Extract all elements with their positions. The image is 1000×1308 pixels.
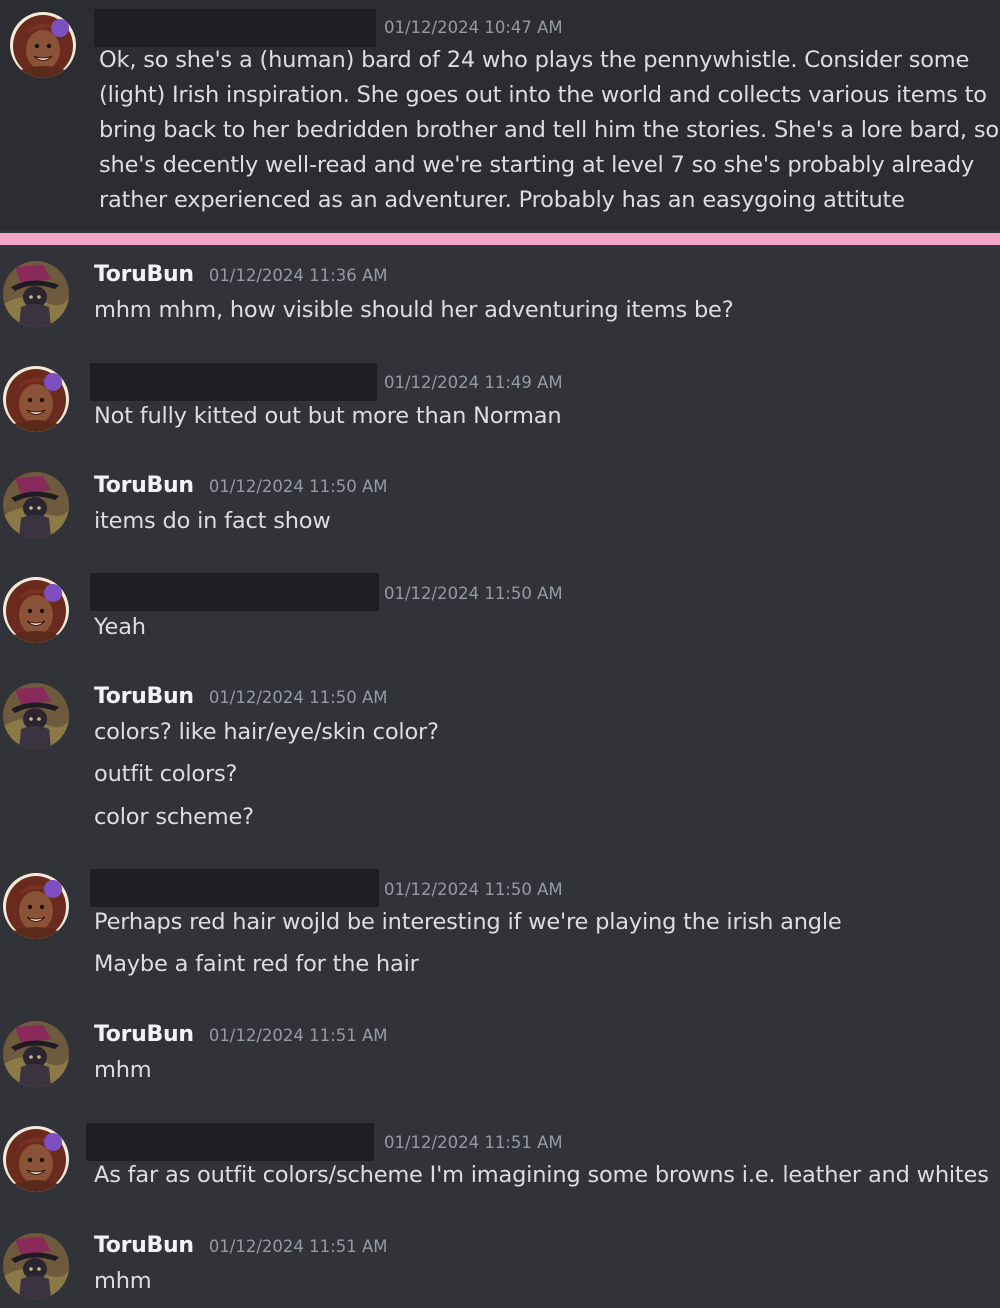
user-avatar[interactable] (3, 472, 69, 538)
bard-avatar-image (3, 873, 69, 939)
redacted-username (94, 9, 376, 47)
user-avatar[interactable] (3, 873, 69, 939)
message-line: bring back to her bedridden brother and … (99, 117, 999, 143)
message-timestamp[interactable]: 01/12/2024 11:49 AM (384, 373, 563, 392)
message-author[interactable]: ToruBun (94, 262, 194, 287)
bard-avatar-image (3, 366, 69, 432)
message-line: As far as outfit colors/scheme I'm imagi… (94, 1162, 989, 1188)
message-author[interactable]: ToruBun (94, 684, 194, 709)
message-timestamp[interactable]: 01/12/2024 11:50 AM (209, 688, 388, 707)
user-avatar[interactable] (3, 261, 69, 327)
user-avatar[interactable] (3, 1021, 69, 1087)
user-avatar[interactable] (10, 12, 76, 78)
message-timestamp[interactable]: 01/12/2024 11:50 AM (384, 584, 563, 603)
message-line: Perhaps red hair wojld be interesting if… (94, 909, 842, 935)
message-line: mhm (94, 1057, 152, 1083)
message-timestamp[interactable]: 01/12/2024 11:51 AM (209, 1026, 388, 1045)
message-author[interactable]: ToruBun (94, 1233, 194, 1258)
message-author[interactable]: ToruBun (94, 1022, 194, 1047)
message-line: Yeah (94, 614, 146, 640)
bard-avatar-image (3, 577, 69, 643)
toru-avatar-image (3, 472, 69, 538)
message-line: colors? like hair/eye/skin color? (94, 719, 439, 745)
message-line: she's decently well-read and we're start… (99, 152, 975, 178)
user-avatar[interactable] (3, 1233, 69, 1299)
message-line: mhm (94, 1268, 152, 1294)
toru-avatar-image (3, 1233, 69, 1299)
toru-avatar-image (3, 1021, 69, 1087)
redacted-username (90, 573, 379, 611)
user-avatar[interactable] (3, 1126, 69, 1192)
message-line: Not fully kitted out but more than Norma… (94, 403, 562, 429)
new-messages-divider (0, 233, 1000, 245)
bard-avatar-image (10, 12, 76, 78)
message-line: color scheme? (94, 804, 254, 830)
bard-avatar-image (3, 1126, 69, 1192)
message-timestamp[interactable]: 01/12/2024 11:51 AM (384, 1133, 563, 1152)
redacted-username (90, 869, 379, 907)
user-avatar[interactable] (3, 577, 69, 643)
message-line: items do in fact show (94, 508, 331, 534)
user-avatar[interactable] (3, 366, 69, 432)
message-line: outfit colors? (94, 761, 238, 787)
message-line: Maybe a faint red for the hair (94, 951, 419, 977)
message-timestamp[interactable]: 01/12/2024 11:51 AM (209, 1237, 388, 1256)
redacted-username (86, 1123, 374, 1161)
redacted-username (90, 363, 377, 401)
message-timestamp[interactable]: 01/12/2024 11:36 AM (209, 266, 388, 285)
toru-avatar-image (3, 261, 69, 327)
message-line: rather experienced as an adventurer. Pro… (99, 187, 905, 213)
message-timestamp[interactable]: 01/12/2024 11:50 AM (209, 477, 388, 496)
user-avatar[interactable] (3, 683, 69, 749)
message-timestamp[interactable]: 01/12/2024 11:50 AM (384, 880, 563, 899)
message-line: mhm mhm, how visible should her adventur… (94, 297, 734, 323)
message-author[interactable]: ToruBun (94, 473, 194, 498)
message-line: (light) Irish inspiration. She goes out … (99, 82, 987, 108)
message-line: Ok, so she's a (human) bard of 24 who pl… (99, 47, 970, 73)
message-timestamp[interactable]: 01/12/2024 10:47 AM (384, 18, 563, 37)
toru-avatar-image (3, 683, 69, 749)
